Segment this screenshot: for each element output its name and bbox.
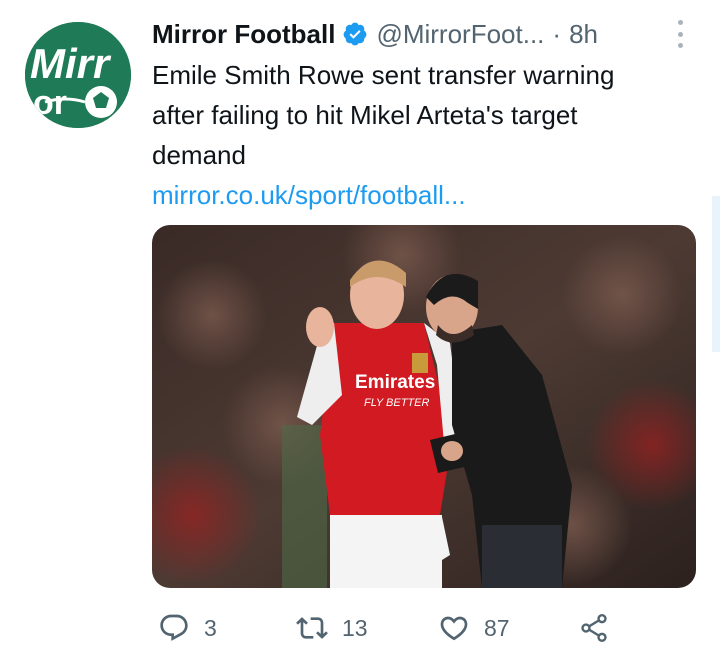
retweet-button[interactable]: 13 (296, 611, 368, 645)
tweet-text-line: demand (152, 140, 246, 170)
tweet-header: Mirror Football @MirrorFoot... · 8h (152, 12, 692, 56)
article-link[interactable]: mirror.co.uk/sport/football... (152, 175, 466, 215)
avatar[interactable]: Mirr or (25, 22, 131, 128)
like-button[interactable]: 87 (438, 611, 510, 645)
reply-button[interactable]: 3 (158, 611, 217, 645)
tweet-actions: 3 13 87 (152, 605, 672, 651)
svg-text:Emirates: Emirates (355, 372, 435, 393)
tweet-text: Emile Smith Rowe sent transfer warning a… (152, 55, 697, 175)
scrollbar[interactable] (712, 196, 720, 352)
more-options-icon[interactable] (672, 20, 688, 48)
tweet[interactable]: Mirr or Mirror Football @MirrorFoot... ·… (0, 0, 720, 661)
svg-text:Mirr: Mirr (30, 40, 112, 87)
svg-text:FLY BETTER: FLY BETTER (364, 397, 429, 409)
mirror-logo: Mirr or (25, 22, 131, 128)
timestamp[interactable]: 8h (569, 19, 598, 50)
retweet-count: 13 (342, 614, 368, 641)
reply-count: 3 (204, 614, 217, 641)
separator: · (552, 18, 562, 49)
tweet-image[interactable]: Emirates FLY BETTER (152, 225, 696, 588)
share-button[interactable] (578, 611, 624, 645)
heart-icon (440, 616, 468, 641)
photo-arteta-smith-rowe: Emirates FLY BETTER (152, 225, 696, 588)
author-name[interactable]: Mirror Football (152, 19, 335, 50)
svg-text:or: or (33, 84, 67, 122)
reply-icon (160, 614, 188, 641)
verified-badge-icon (342, 21, 368, 47)
tweet-text-line: Emile Smith Rowe sent transfer warning (152, 60, 615, 90)
tweet-text-line: after failing to hit Mikel Arteta's targ… (152, 100, 578, 130)
author-handle[interactable]: @MirrorFoot... (376, 19, 544, 50)
retweet-icon (296, 617, 328, 639)
like-count: 87 (484, 614, 510, 641)
share-icon (581, 614, 607, 642)
